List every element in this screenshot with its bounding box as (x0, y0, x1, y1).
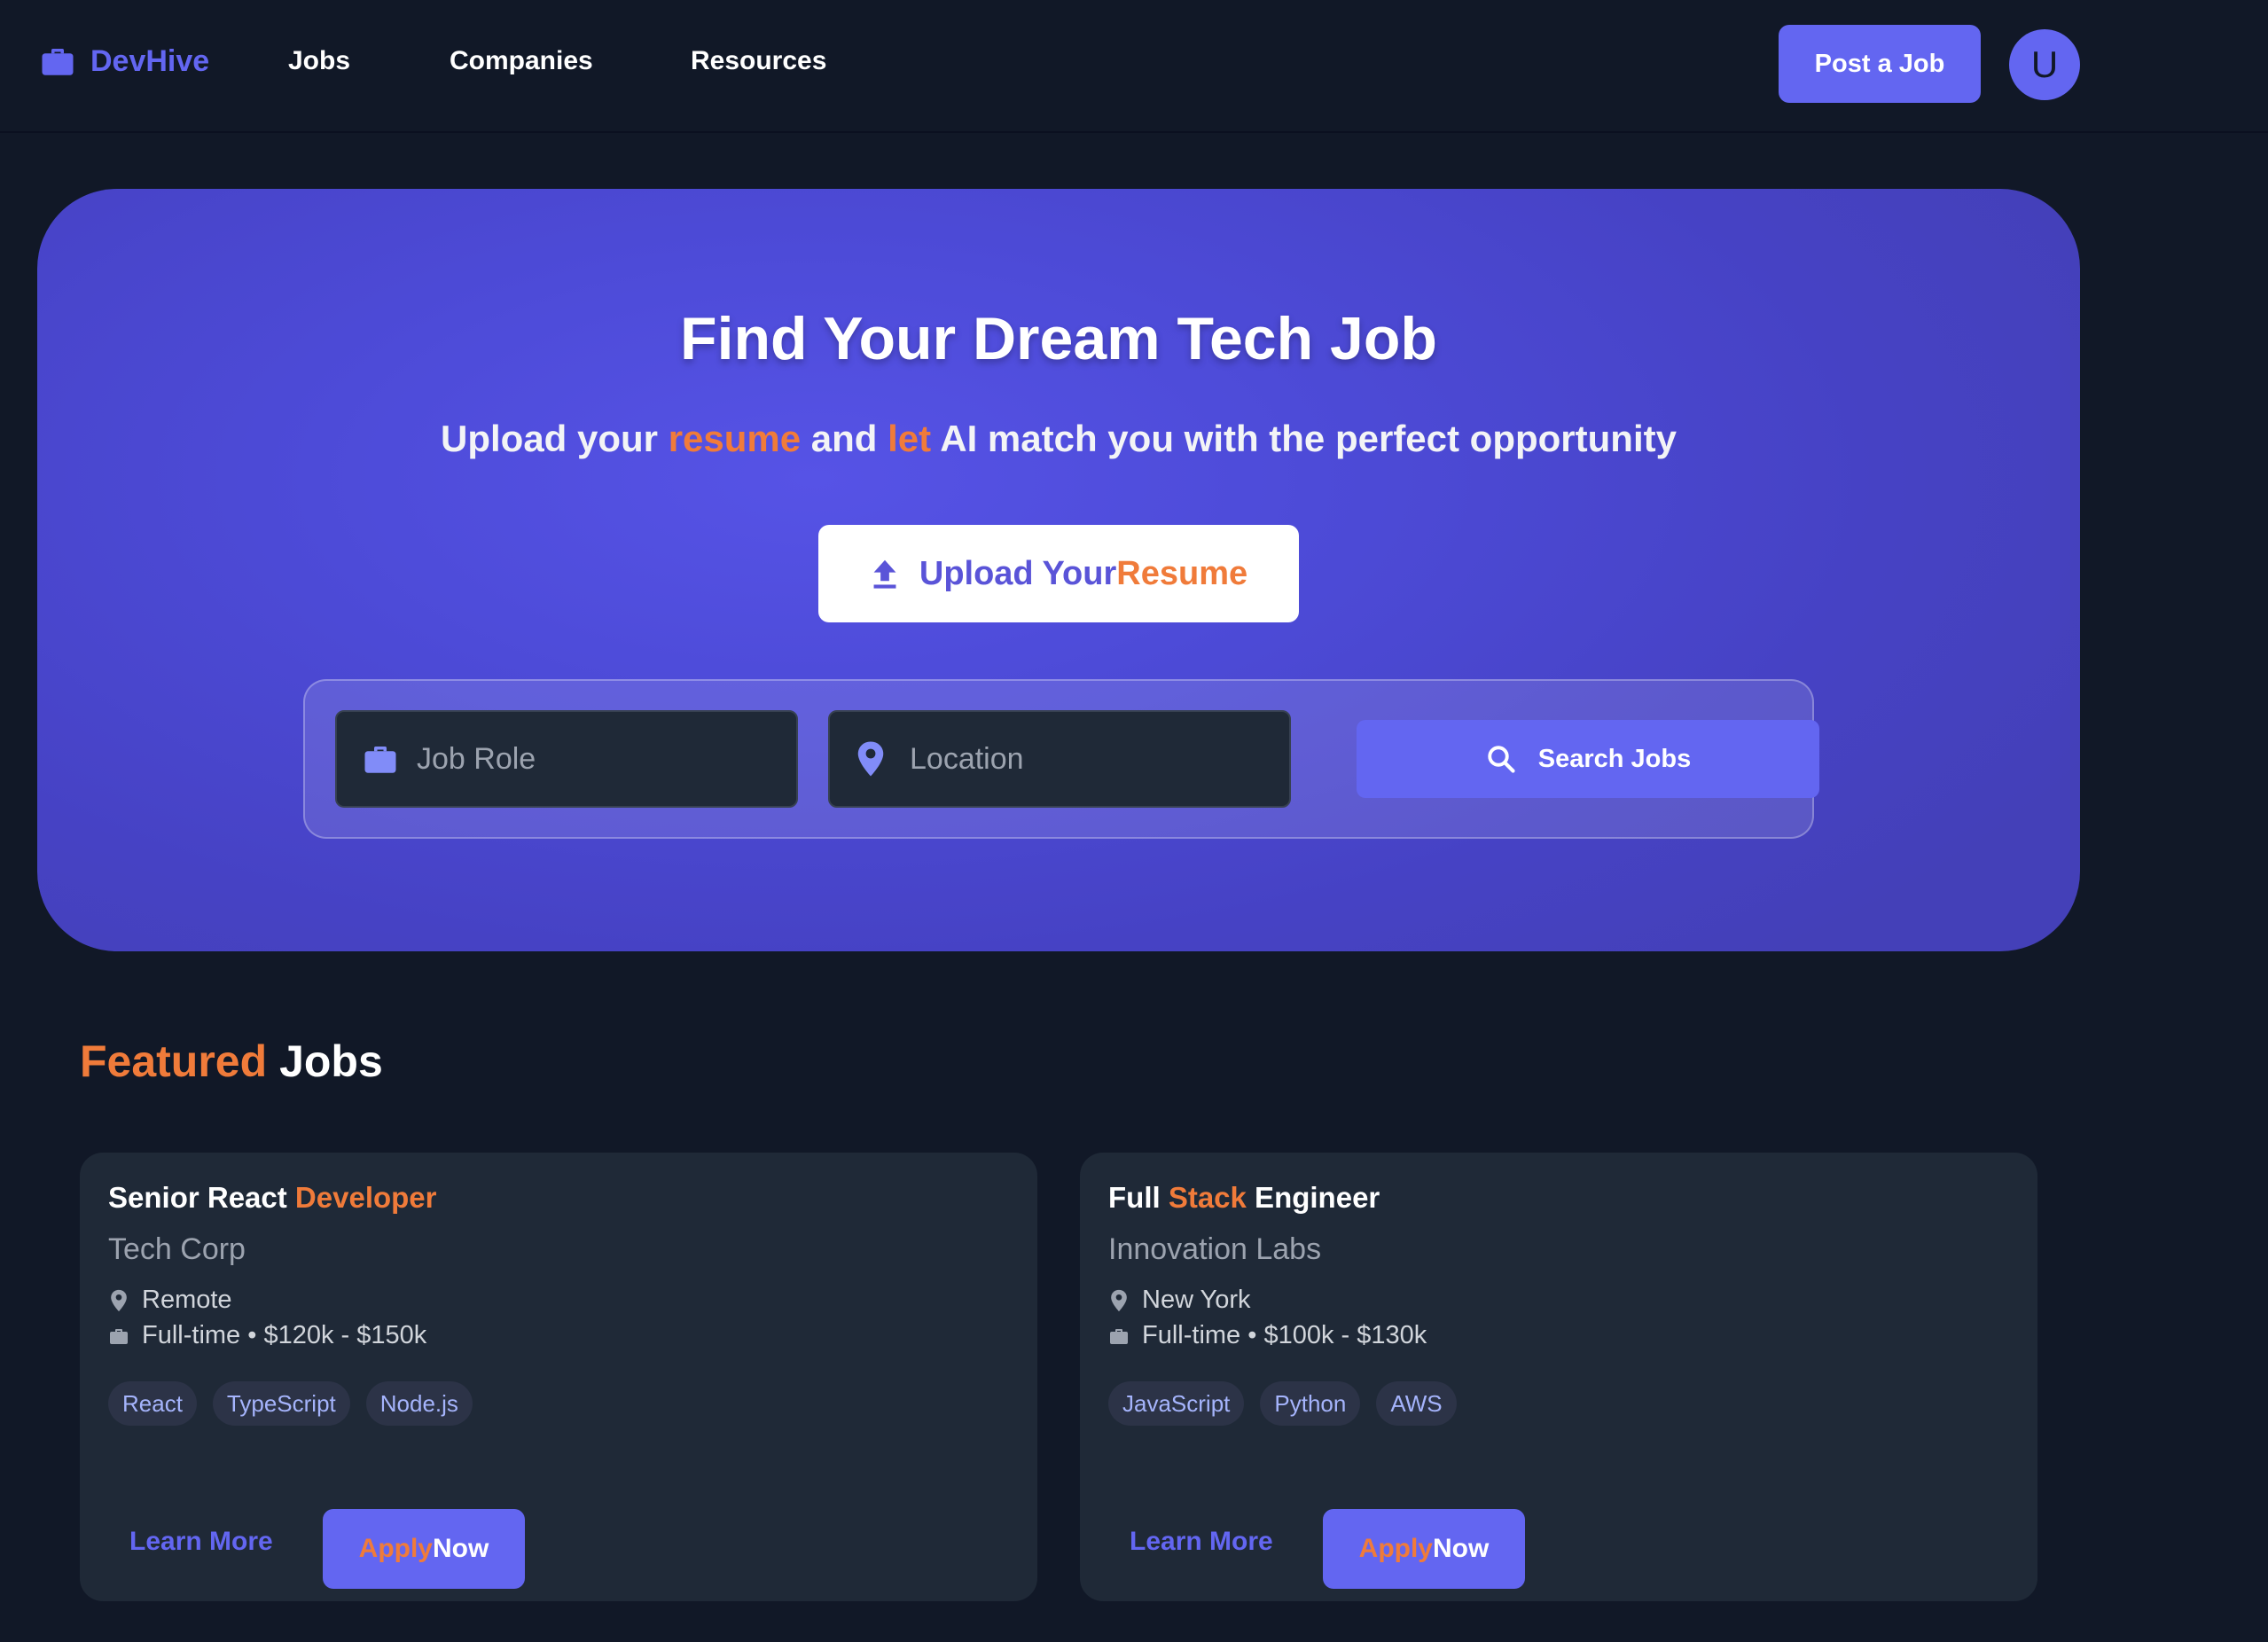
job-title: Full Stack Engineer (1108, 1181, 1380, 1215)
job-type-salary-text: Full-time • $100k - $130k (1142, 1321, 1427, 1349)
briefcase-icon (1110, 1328, 1128, 1344)
hero-subtitle: Upload your resume and let AI match you … (37, 418, 2080, 460)
heading-rest: Jobs (267, 1036, 383, 1086)
job-location-text: Remote (142, 1286, 232, 1314)
job-company: Tech Corp (108, 1232, 246, 1266)
post-job-button[interactable]: Post a Job (1779, 25, 1981, 103)
brand-logo[interactable]: DevHive (39, 43, 209, 80)
job-title-text: Engineer (1246, 1181, 1380, 1214)
upload-label: Upload Your (919, 554, 1117, 592)
heading-accent: Featured (80, 1036, 268, 1086)
upload-icon (873, 559, 896, 589)
job-type-salary: Full-time • $100k - $130k (1108, 1321, 1427, 1350)
skill-tag[interactable]: React (108, 1381, 197, 1426)
apply-label: Now (433, 1534, 489, 1563)
job-title-text: Senior React (108, 1181, 295, 1214)
nav-link-companies[interactable]: Companies (450, 46, 593, 76)
job-search-panel: Search Jobs (303, 679, 1819, 839)
upload-resume-button[interactable]: Upload YourResume (818, 525, 1299, 622)
hero-subtitle-accent: let (888, 418, 932, 459)
job-role-input[interactable] (415, 712, 778, 806)
hero-title: Find Your Dream Tech Job (680, 305, 1437, 372)
job-title-accent: Developer (294, 1181, 437, 1214)
job-type-salary: Full-time • $120k - $150k (108, 1321, 426, 1350)
job-location-text: New York (1142, 1286, 1251, 1314)
hero-banner: Find Your Dream Tech Job Upload your res… (37, 189, 2080, 951)
nav-link-resources[interactable]: Resources (691, 46, 826, 76)
briefcase-icon (364, 747, 396, 773)
skill-tag[interactable]: JavaScript (1108, 1381, 1245, 1426)
job-title-text: Full (1108, 1181, 1169, 1214)
briefcase-icon (110, 1328, 128, 1344)
hero-subtitle-text: Upload your (441, 418, 669, 459)
job-title: Senior React Developer (108, 1181, 437, 1215)
job-card: Full Stack Engineer Innovation Labs New … (1080, 1153, 2037, 1601)
skill-tag[interactable]: Python (1260, 1381, 1361, 1426)
skill-tag[interactable]: AWS (1376, 1381, 1457, 1426)
search-icon (1488, 746, 1515, 773)
location-input[interactable] (908, 712, 1271, 806)
briefcase-icon (42, 49, 74, 75)
map-pin-icon (1111, 1289, 1127, 1311)
map-pin-icon (857, 741, 884, 777)
top-navbar: DevHive Jobs Companies Resources Post a … (0, 0, 2268, 133)
map-pin-icon (111, 1289, 127, 1311)
nav-link-jobs[interactable]: Jobs (288, 46, 350, 76)
job-type-salary-text: Full-time • $120k - $150k (142, 1321, 427, 1349)
featured-jobs-heading: Featured Jobs (80, 1036, 383, 1087)
job-location: Remote (108, 1286, 232, 1315)
apply-now-button[interactable]: ApplyNow (1323, 1509, 1525, 1589)
apply-label: Now (1433, 1534, 1490, 1563)
hero-subtitle-accent: resume (668, 418, 802, 459)
apply-label-accent: Apply (358, 1534, 433, 1563)
location-field[interactable] (828, 710, 1291, 808)
search-jobs-label: Search Jobs (1537, 744, 1692, 773)
job-company: Innovation Labs (1108, 1232, 1322, 1266)
job-card: Senior React Developer Tech Corp Remote … (80, 1153, 1037, 1601)
upload-label-accent: Resume (1116, 554, 1248, 592)
learn-more-link[interactable]: Learn More (129, 1527, 273, 1557)
brand-name: DevHive (90, 43, 210, 78)
user-avatar[interactable]: U (2009, 29, 2080, 100)
apply-label-accent: Apply (1358, 1534, 1433, 1563)
learn-more-link[interactable]: Learn More (1130, 1527, 1273, 1557)
job-tags: JavaScript Python AWS (1108, 1381, 1457, 1426)
job-location: New York (1108, 1286, 1251, 1315)
job-title-accent: Stack (1168, 1181, 1247, 1214)
apply-now-button[interactable]: ApplyNow (323, 1509, 525, 1589)
hero-subtitle-text: and (801, 418, 888, 459)
hero-subtitle-text: AI match you with the perfect opportunit… (931, 418, 1677, 459)
skill-tag[interactable]: TypeScript (212, 1381, 350, 1426)
search-jobs-button[interactable]: Search Jobs (1357, 720, 1819, 798)
skill-tag[interactable]: Node.js (365, 1381, 473, 1426)
job-tags: React TypeScript Node.js (108, 1381, 473, 1426)
job-role-field[interactable] (335, 710, 798, 808)
